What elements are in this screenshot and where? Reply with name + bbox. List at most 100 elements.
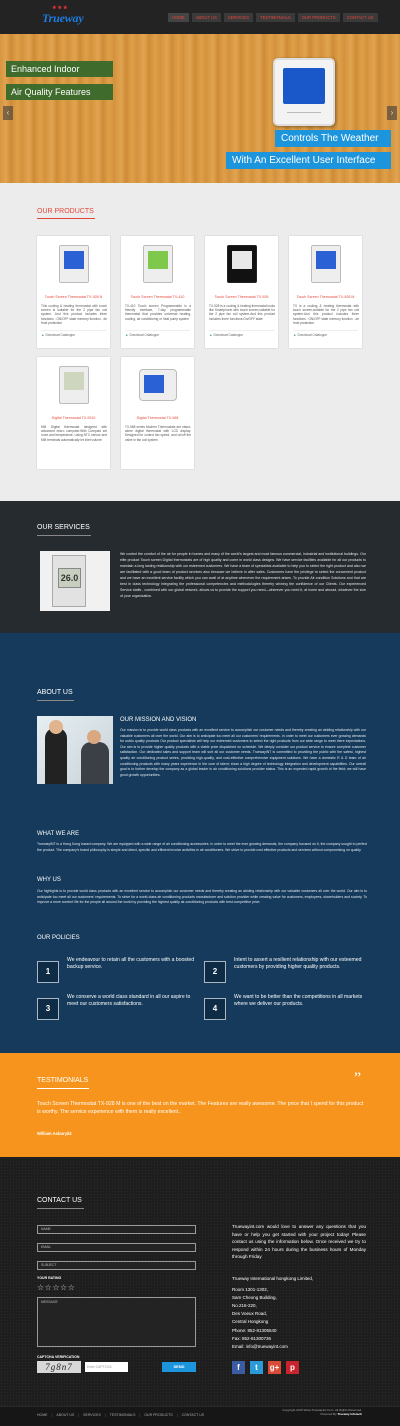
why-us-title: WHY US xyxy=(37,877,61,883)
services-description: We control the comfort of the air for pe… xyxy=(120,552,366,598)
services-thermostat-image: 26.0 xyxy=(40,551,110,611)
hero-thermostat-image xyxy=(273,58,335,126)
site-header: ★★★ Trueway HOME ABOUT US SERVICES TESTI… xyxy=(0,0,400,34)
rating-label: YOUR RATING xyxy=(37,1276,62,1280)
product-card[interactable]: Digital Thermostat TX-968 TX-968 series … xyxy=(121,357,194,469)
product-description: This cooling & heating thermostat with t… xyxy=(41,304,107,325)
slider-prev-icon[interactable]: ‹ xyxy=(3,106,13,120)
hero-tag-enhanced-indoor: Enhanced Indoor xyxy=(6,61,113,77)
product-card[interactable]: Touch Screen Thermostat TX-928 TX-928 is… xyxy=(205,236,278,348)
footer-link-contact-us[interactable]: CONTACT US xyxy=(182,1413,204,1417)
products-title-underline xyxy=(37,218,95,219)
product-title[interactable]: Digital Thermostat TX-9310 xyxy=(39,416,108,421)
pinterest-icon[interactable]: p xyxy=(286,1361,299,1374)
thermostat-icon xyxy=(58,245,89,283)
captcha-label: CAPTCHA VERIFICATION xyxy=(37,1355,80,1359)
product-description: TX-968 series Modern Thermostats are sta… xyxy=(125,425,191,442)
nav-about-us[interactable]: ABOUT US xyxy=(191,13,221,22)
thermostat-screen xyxy=(283,68,325,104)
send-button[interactable]: SEND xyxy=(162,1362,196,1372)
hero-tag-air-quality: Air Quality Features xyxy=(6,84,113,100)
download-catalogue-link[interactable]: ▲ Download Catalogue xyxy=(293,333,327,337)
product-card[interactable]: Digital Thermostat TX-9310 MM Digital th… xyxy=(37,357,110,469)
mission-text: Our mission is to provide world class pr… xyxy=(120,728,366,777)
thermostat-icon xyxy=(138,369,177,401)
product-card[interactable]: Touch Screen Thermostat TX-410 TX-410 To… xyxy=(121,236,194,348)
twitter-icon[interactable]: t xyxy=(250,1361,263,1374)
message-textarea[interactable]: MESSAGE xyxy=(37,1297,196,1347)
email-input[interactable]: EMAIL xyxy=(37,1243,196,1252)
services-title-underline xyxy=(37,535,91,536)
footer-link-home[interactable]: HOME xyxy=(37,1413,48,1417)
product-description: TX is a cooling & heating thermostat wit… xyxy=(293,304,359,325)
nav-home[interactable]: HOME xyxy=(168,13,189,22)
policy-item: 3 We conserve a world class standard in … xyxy=(37,992,199,1026)
policy-text: We want to be better than the competitio… xyxy=(234,994,363,1008)
policy-number: 4 xyxy=(204,998,226,1020)
main-nav: HOME ABOUT US SERVICES TESTIMONIALS OUR … xyxy=(168,13,378,22)
site-logo[interactable]: ★★★ Trueway xyxy=(42,6,84,26)
footer-link-testimonials[interactable]: TESTIMONIALS xyxy=(110,1413,136,1417)
product-title[interactable]: Digital Thermostat TX-968 xyxy=(123,416,192,421)
policy-number: 1 xyxy=(37,961,59,983)
star-rating-icon[interactable]: ☆☆☆☆☆ xyxy=(37,1283,75,1292)
policies-title: OUR POLICIES xyxy=(37,935,80,941)
slider-next-icon[interactable]: › xyxy=(387,106,397,120)
google-plus-icon[interactable]: g+ xyxy=(268,1361,281,1374)
download-catalogue-link[interactable]: ▲ Download Catalogue xyxy=(209,333,243,337)
product-title[interactable]: Touch Screen Thermostat TX-928 M xyxy=(291,295,360,300)
product-card[interactable]: Touch Screen Thermostat TX-928 N This co… xyxy=(37,236,110,348)
hero-caption-controls: Controls The Weather xyxy=(275,130,391,147)
policy-number: 2 xyxy=(204,961,226,983)
nav-testimonials[interactable]: TESTIMONIALS xyxy=(256,13,295,22)
testimonial-text: Touch Screen Thermostat TX-928 M is one … xyxy=(37,1101,364,1116)
testimonial-author: William Asburyâ€ xyxy=(37,1131,72,1136)
logo-text: Trueway xyxy=(42,11,84,25)
name-input[interactable]: NAME xyxy=(37,1225,196,1234)
download-catalogue-link[interactable]: ▲ Download Catalogue xyxy=(125,333,159,337)
logo-stars-icon: ★★★ xyxy=(52,6,69,11)
nav-contact-us[interactable]: CONTACT US xyxy=(342,13,378,22)
thermostat-icon xyxy=(226,245,257,283)
policy-item: 1 We endeavour to retain all the custome… xyxy=(37,955,199,989)
facebook-icon[interactable]: f xyxy=(232,1361,245,1374)
thermostat-icon xyxy=(310,245,341,283)
product-card[interactable]: Touch Screen Thermostat TX-928 M TX is a… xyxy=(289,236,362,348)
policy-text: We endeavour to retain all the customers… xyxy=(67,957,195,971)
product-title[interactable]: Touch Screen Thermostat TX-928 N xyxy=(39,295,108,300)
product-image xyxy=(205,236,278,292)
policy-number: 3 xyxy=(37,998,59,1020)
product-image xyxy=(121,357,194,413)
product-title[interactable]: Touch Screen Thermostat TX-410 xyxy=(123,295,192,300)
captcha-input[interactable]: Enter CAPTCHA xyxy=(85,1362,128,1372)
contact-title-underline xyxy=(37,1208,84,1209)
nav-services[interactable]: SERVICES xyxy=(223,13,254,22)
subject-input[interactable]: SUBJECT xyxy=(37,1261,196,1270)
policy-item: 4 We want to be better than the competit… xyxy=(204,992,366,1026)
contact-title: CONTACT US xyxy=(37,1197,82,1204)
product-title[interactable]: Touch Screen Thermostat TX-928 xyxy=(207,295,276,300)
nav-our-products[interactable]: OUR PRODUCTS xyxy=(297,13,340,22)
download-catalogue-link[interactable]: ▲ Download Catalogue xyxy=(41,333,75,337)
why-us-text: Our highlights is to provide world class… xyxy=(37,889,367,905)
product-description: MM Digital thermostat designed with adva… xyxy=(41,425,107,442)
thermostat-icon xyxy=(142,245,173,283)
footer-link-our-products[interactable]: OUR PRODUCTS xyxy=(144,1413,172,1417)
contact-email-link[interactable]: Email: info@truewayint.com xyxy=(232,1343,372,1351)
what-we-are-text: TruewayINT is a Hong Kong based company.… xyxy=(37,842,367,852)
contact-address: Trueway International hongkong Limited, … xyxy=(232,1275,372,1351)
about-handshake-image xyxy=(37,716,113,784)
product-description: TX-410 Touch screen Programmable is a fr… xyxy=(125,304,191,321)
about-title: ABOUT US xyxy=(37,689,73,696)
product-image xyxy=(37,236,110,292)
footer-link-about-us[interactable]: ABOUT US xyxy=(56,1413,74,1417)
product-image xyxy=(121,236,194,292)
thermostat-buttons xyxy=(287,112,321,116)
copyright: Copyright 2016 Www.TruewayInt.Com. All R… xyxy=(282,1408,362,1417)
footer-link-services[interactable]: SERVICES xyxy=(83,1413,101,1417)
hero-slider: Enhanced Indoor Air Quality Features Con… xyxy=(0,34,400,183)
product-image xyxy=(289,236,362,292)
testimonials-title-underline xyxy=(37,1088,89,1089)
powered-by-link[interactable]: Trueway Infotech xyxy=(337,1412,362,1416)
testimonials-title: TESTIMONIALS xyxy=(37,1077,89,1084)
